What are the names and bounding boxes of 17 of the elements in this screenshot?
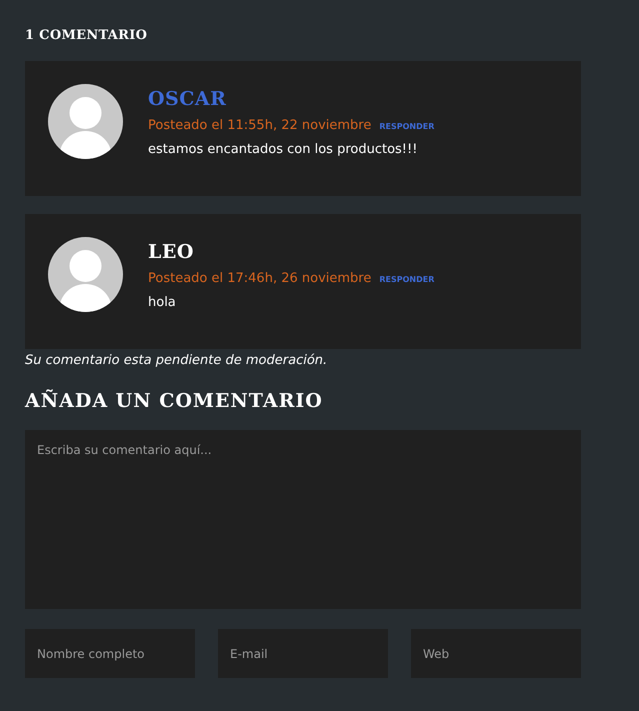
- input-field[interactable]: E-mail: [218, 629, 388, 678]
- form-heading: AÑADA UN COMENTARIO: [25, 390, 323, 412]
- comment-text: hola: [148, 295, 176, 310]
- comment-field[interactable]: Escriba su comentario aquí...: [25, 430, 581, 609]
- avatar-icon: [48, 84, 123, 159]
- moderation-note: Su comentario esta pendiente de moderación.: [25, 353, 328, 368]
- input-field[interactable]: Nombre completo: [25, 629, 195, 678]
- author-name[interactable]: OSCAR: [148, 88, 226, 110]
- reply-link[interactable]: RESPONDER: [379, 275, 434, 284]
- author-name: LEO: [148, 241, 194, 263]
- input-field[interactable]: Web: [411, 629, 581, 678]
- comments-heading: 1 COMENTARIO: [25, 28, 148, 43]
- post-date: Posteado el 11:55h, 22 noviembre: [148, 118, 372, 133]
- avatar-icon: [48, 237, 123, 312]
- comment-text: estamos encantados con los productos!!!: [148, 142, 418, 157]
- reply-link[interactable]: RESPONDER: [379, 122, 434, 131]
- post-date: Posteado el 17:46h, 26 noviembre: [148, 271, 372, 286]
